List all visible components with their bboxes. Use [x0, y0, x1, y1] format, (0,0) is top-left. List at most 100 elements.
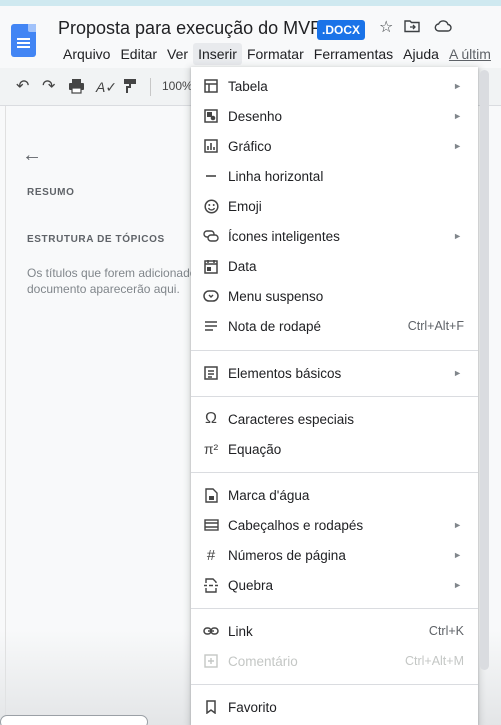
outline-hint-line1: Os títulos que forem adicionados ao: [27, 266, 197, 280]
menu-separator: [191, 396, 478, 397]
hash-icon: #: [206, 546, 216, 564]
menu-separator: [191, 472, 478, 473]
menu-item-shortcut: Ctrl+K: [428, 624, 464, 638]
menu-item-tabela[interactable]: Tabela ►: [191, 71, 478, 101]
print-icon[interactable]: [68, 78, 85, 99]
menu-item-label: Quebra: [228, 577, 274, 593]
menu-item-desenho[interactable]: Desenho ►: [191, 101, 478, 131]
docs-logo[interactable]: [11, 24, 36, 57]
back-arrow-icon[interactable]: ←: [22, 144, 42, 167]
menu-item-caracteres-especiais[interactable]: Ω Caracteres especiais: [191, 404, 478, 434]
menu-formatar[interactable]: Formatar: [242, 43, 309, 65]
submenu-arrow-icon: ►: [453, 81, 462, 91]
menu-scrollbar[interactable]: [480, 70, 489, 670]
watermark-icon: [203, 487, 219, 503]
undo-icon[interactable]: ↶: [16, 78, 29, 96]
redo-icon[interactable]: ↷: [42, 78, 55, 96]
outline-hint: Os títulos que forem adicionados ao docu…: [27, 265, 197, 297]
menu-item-label: Equação: [228, 441, 282, 457]
footnote-icon: [203, 318, 219, 334]
summary-heading: RESUMO: [27, 187, 75, 198]
menu-item-label: Marca d'água: [228, 487, 310, 503]
header-footer-icon: [203, 517, 219, 533]
bottom-tab[interactable]: [0, 715, 148, 725]
add-comment-icon: [203, 653, 219, 669]
submenu-arrow-icon: ►: [453, 231, 462, 241]
menu-item-quebra[interactable]: Quebra ►: [191, 570, 478, 600]
menu-item-grafico[interactable]: Gráfico ►: [191, 131, 478, 161]
insert-menu: Tabela ► Desenho ► Gráfico ► Linha horiz…: [191, 67, 478, 725]
menu-editar[interactable]: Editar: [115, 43, 162, 65]
menu-item-label: Caracteres especiais: [228, 411, 355, 427]
menu-item-nota-de-rodape[interactable]: Nota de rodapé Ctrl+Alt+F: [191, 311, 478, 341]
menu-item-label: Números de página: [228, 547, 346, 563]
menu-item-label: Link: [228, 623, 253, 639]
menu-ver[interactable]: Ver: [162, 43, 193, 65]
menu-item-label: Elementos básicos: [228, 365, 342, 381]
emoji-icon: [203, 198, 219, 214]
star-icon[interactable]: ☆: [379, 18, 393, 38]
menu-item-label: Favorito: [228, 699, 277, 715]
dropdown-icon: [203, 288, 219, 304]
cloud-status-icon[interactable]: [434, 18, 452, 40]
menu-separator: [191, 350, 478, 351]
menu-item-icones-inteligentes[interactable]: Ícones inteligentes ►: [191, 221, 478, 251]
menu-item-cabecalhos-e-rodapes[interactable]: Cabeçalhos e rodapés ►: [191, 510, 478, 540]
pi-icon: π²: [203, 441, 219, 457]
menu-item-link[interactable]: Link Ctrl+K: [191, 616, 478, 646]
menu-item-label: Cabeçalhos e rodapés: [228, 517, 364, 533]
menu-item-label: Ícones inteligentes: [228, 228, 340, 244]
menu-item-shortcut: Ctrl+Alt+F: [407, 319, 464, 333]
menu-ferramentas[interactable]: Ferramentas: [309, 43, 398, 65]
paint-format-icon[interactable]: [123, 78, 137, 99]
menu-item-numeros-de-pagina[interactable]: # Números de página ►: [191, 540, 478, 570]
toolbar-separator: [150, 78, 151, 96]
menu-separator: [191, 608, 478, 609]
menu-item-comentario: Comentário Ctrl+Alt+M: [191, 646, 478, 676]
submenu-arrow-icon: ►: [453, 368, 462, 378]
break-icon: [203, 577, 219, 593]
bookmark-icon: [203, 699, 219, 715]
menu-item-label: Gráfico: [228, 138, 272, 154]
app-header: Proposta para execução do MVP .DOCX ☆ Ar…: [0, 6, 501, 68]
link-icon: [203, 623, 219, 639]
last-edit-link[interactable]: A últim: [444, 43, 496, 65]
menu-item-data[interactable]: Data: [191, 251, 478, 281]
chart-icon: [203, 138, 219, 154]
menu-arquivo[interactable]: Arquivo: [58, 43, 115, 65]
menu-inserir[interactable]: Inserir: [193, 43, 242, 65]
document-title[interactable]: Proposta para execução do MVP: [58, 18, 322, 39]
menu-item-shortcut: Ctrl+Alt+M: [404, 654, 464, 668]
menu-item-menu-suspenso[interactable]: Menu suspenso: [191, 281, 478, 311]
menu-item-emoji[interactable]: Emoji: [191, 191, 478, 221]
submenu-arrow-icon: ►: [453, 550, 462, 560]
drawing-icon: [203, 108, 219, 124]
omega-icon: Ω: [205, 410, 217, 427]
menu-item-elementos-basicos[interactable]: Elementos básicos ►: [191, 358, 478, 388]
submenu-arrow-icon: ►: [453, 141, 462, 151]
move-folder-icon[interactable]: [404, 18, 420, 40]
menu-item-linha-horizontal[interactable]: Linha horizontal: [191, 161, 478, 191]
menu-item-label: Menu suspenso: [228, 288, 324, 304]
docx-badge: .DOCX: [317, 20, 366, 40]
outline-heading: ESTRUTURA DE TÓPICOS: [27, 234, 165, 245]
menu-item-label: Linha horizontal: [228, 168, 324, 184]
spellcheck-icon[interactable]: A✓: [96, 78, 117, 96]
menu-item-label: Tabela: [228, 78, 268, 94]
table-icon: [203, 78, 219, 94]
submenu-arrow-icon: ►: [453, 520, 462, 530]
menu-item-marca-dagua[interactable]: Marca d'água: [191, 480, 478, 510]
building-blocks-icon: [203, 365, 219, 381]
menu-item-label: Comentário: [228, 653, 298, 669]
menu-ajuda[interactable]: Ajuda: [398, 43, 444, 65]
menu-item-label: Data: [228, 258, 257, 274]
menu-item-label: Nota de rodapé: [228, 318, 322, 334]
zoom-select[interactable]: 100%: [162, 79, 193, 93]
submenu-arrow-icon: ►: [453, 580, 462, 590]
menu-item-equacao[interactable]: π² Equação: [191, 434, 478, 464]
menu-item-favorito[interactable]: Favorito: [191, 692, 478, 722]
menu-separator: [191, 684, 478, 685]
smart-chips-icon: [203, 228, 219, 244]
calendar-icon: [203, 258, 219, 274]
menu-bar: Arquivo Editar Ver Inserir Formatar Ferr…: [58, 43, 496, 65]
